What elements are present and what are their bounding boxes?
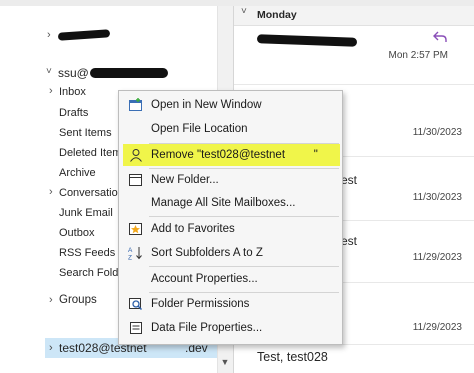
menu-new-folder[interactable]: New Folder... <box>119 169 342 191</box>
message-date: 11/30/2023 <box>412 192 462 203</box>
reply-icon <box>433 31 447 42</box>
menu-remove-account[interactable]: Remove "test028@testnet. de..." <box>123 144 340 166</box>
message-date: 11/29/2023 <box>412 252 462 263</box>
data-file-icon <box>130 322 142 334</box>
menu-label: Sort Subfolders A to Z <box>151 247 263 259</box>
chevron-right-icon[interactable]: › <box>47 29 51 41</box>
menu-folder-permissions[interactable]: Folder Permissions <box>119 293 342 315</box>
folder-permissions-icon <box>129 298 143 311</box>
favorites-star-icon <box>129 223 142 235</box>
menu-account-properties[interactable]: Account Properties... <box>119 268 342 290</box>
groups-header[interactable]: Groups <box>59 291 97 309</box>
sort-az-icon: A Z <box>128 247 142 261</box>
menu-label: Open File Location <box>151 123 248 135</box>
message-date: 11/30/2023 <box>412 127 462 138</box>
menu-label: Folder Permissions <box>151 298 250 310</box>
menu-open-file-location[interactable]: Open File Location <box>119 118 342 140</box>
conversation-expand-icon[interactable]: › <box>49 186 53 198</box>
inbox-expand-icon[interactable]: › <box>49 85 53 97</box>
redacted-domain <box>285 148 313 162</box>
message-time: Mon 2:57 PM <box>388 50 448 61</box>
new-folder-icon <box>129 174 142 186</box>
menu-data-file-properties[interactable]: Data File Properties... <box>119 317 342 339</box>
context-menu: Open in New Window Open File Location Re… <box>118 90 343 345</box>
message-date: 11/29/2023 <box>412 322 462 333</box>
message-fragment: est <box>341 234 358 248</box>
menu-label: Add to Favorites <box>151 223 235 235</box>
person-icon <box>130 149 142 162</box>
menu-manage-site-mailboxes[interactable]: Manage All Site Mailboxes... <box>119 192 342 214</box>
chevron-down-icon[interactable]: ˅ <box>46 66 52 77</box>
menu-separator <box>149 266 339 267</box>
svg-text:A: A <box>128 247 133 254</box>
message-sender: Test, test028 <box>257 350 328 364</box>
day-collapse-icon[interactable]: ˅ <box>241 6 247 17</box>
menu-label: Account Properties... <box>151 273 258 285</box>
menu-label: Manage All Site Mailboxes... <box>151 197 296 209</box>
message-fragment: est <box>341 173 358 187</box>
svg-text:Z: Z <box>128 255 132 261</box>
menu-label: New Folder... <box>151 174 219 186</box>
groups-expand-icon[interactable]: › <box>49 294 53 306</box>
menu-label: Data File Properties... <box>151 322 263 334</box>
menu-separator <box>149 216 339 217</box>
message-divider <box>234 84 474 85</box>
scroll-down-icon[interactable]: ▼ <box>219 356 231 368</box>
selected-account-chevron-icon[interactable]: › <box>49 338 53 358</box>
day-label: Monday <box>257 9 297 21</box>
menu-label: Open in New Window <box>151 99 262 111</box>
menu-sort-subfolders[interactable]: A Z Sort Subfolders A to Z <box>119 242 342 264</box>
new-window-icon <box>129 98 142 111</box>
account-name[interactable]: ssu@ <box>58 66 89 80</box>
menu-add-to-favorites[interactable]: Add to Favorites <box>119 218 342 240</box>
redacted-email <box>90 68 168 78</box>
menu-open-new-window[interactable]: Open in New Window <box>119 94 342 116</box>
